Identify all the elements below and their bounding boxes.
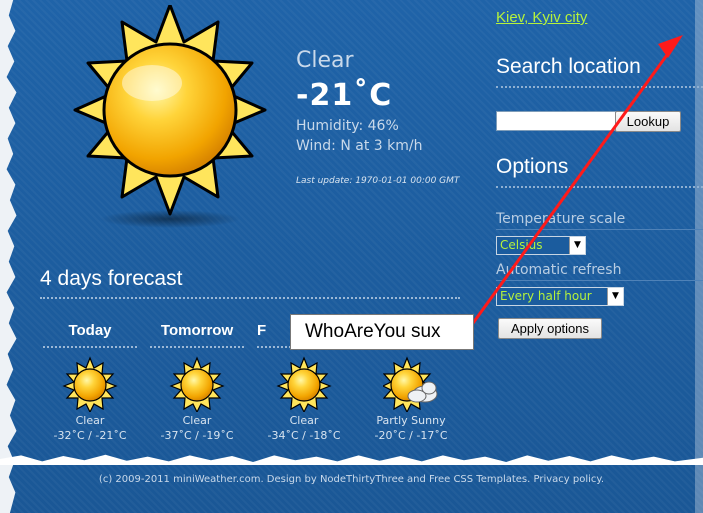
- forecast-day: Tomorrow Clear -37˚C / -19˚C: [142, 322, 252, 442]
- current-wind: Wind: N at 3 km/h: [296, 138, 423, 154]
- automatic-refresh-label: Automatic refresh: [496, 262, 622, 278]
- footer-text: (c) 2009-2011 miniWeather.com. Design by…: [98, 474, 605, 485]
- forecast-condition: Clear: [289, 414, 319, 427]
- automatic-refresh-value: Every half hour: [500, 289, 592, 303]
- options-heading: Options: [496, 155, 569, 178]
- forecast-day-divider: [43, 346, 137, 348]
- forecast-temp-range: -37˚C / -19˚C: [160, 429, 234, 442]
- chevron-down-icon: ▼: [569, 237, 585, 254]
- annotation-callout: WhoAreYou sux: [290, 314, 474, 350]
- search-input[interactable]: [496, 111, 616, 131]
- forecast-condition: Clear: [182, 414, 212, 427]
- forecast-temp-range: -34˚C / -18˚C: [267, 429, 341, 442]
- current-humidity: Humidity: 46%: [296, 118, 399, 134]
- partly-sunny-icon: [383, 356, 438, 412]
- search-heading-divider: [496, 86, 703, 88]
- forecast-temp-range: -32˚C / -21˚C: [53, 429, 127, 442]
- forecast-day-divider: [150, 346, 244, 348]
- current-condition: Clear: [296, 48, 354, 73]
- options-heading-divider: [496, 186, 703, 188]
- forecast-day: Today Clear -32˚C / -21˚C: [35, 322, 145, 442]
- sun-icon: [73, 5, 267, 228]
- forecast-day-name: Today: [68, 322, 112, 339]
- forecast-temp-range: -20˚C / -17˚C: [374, 429, 448, 442]
- lookup-button[interactable]: Lookup: [615, 111, 681, 132]
- torn-edge-bottom: [0, 454, 703, 465]
- automatic-refresh-select[interactable]: Every half hour ▼: [496, 287, 624, 306]
- forecast-condition: Clear: [75, 414, 105, 427]
- forecast-divider: [40, 297, 460, 299]
- torn-edge-left: [0, 0, 17, 513]
- temperature-scale-label: Temperature scale: [496, 211, 626, 227]
- option-divider: [496, 229, 703, 230]
- search-location-heading: Search location: [496, 55, 641, 78]
- forecast-title: 4 days forecast: [40, 267, 183, 290]
- sun-icon: [276, 356, 332, 412]
- apply-options-button[interactable]: Apply options: [498, 318, 602, 339]
- sun-icon: [169, 356, 225, 412]
- page-background: Clear -21˚C Humidity: 46% Wind: N at 3 k…: [0, 0, 703, 513]
- forecast-condition: Partly Sunny: [376, 414, 446, 427]
- chevron-down-icon: ▼: [607, 288, 623, 305]
- page-edge-right: [695, 0, 703, 513]
- current-temperature: -21˚C: [296, 78, 393, 113]
- sun-icon: [62, 356, 118, 412]
- location-link[interactable]: Kiev, Kyiv city: [496, 9, 587, 26]
- temperature-scale-select[interactable]: Celsius ▼: [496, 236, 586, 255]
- temperature-scale-value: Celsius: [500, 238, 543, 252]
- last-update: Last update: 1970-01-01 00:00 GMT: [296, 176, 460, 186]
- forecast-day-name: Tomorrow: [160, 322, 234, 339]
- option-divider: [496, 280, 703, 281]
